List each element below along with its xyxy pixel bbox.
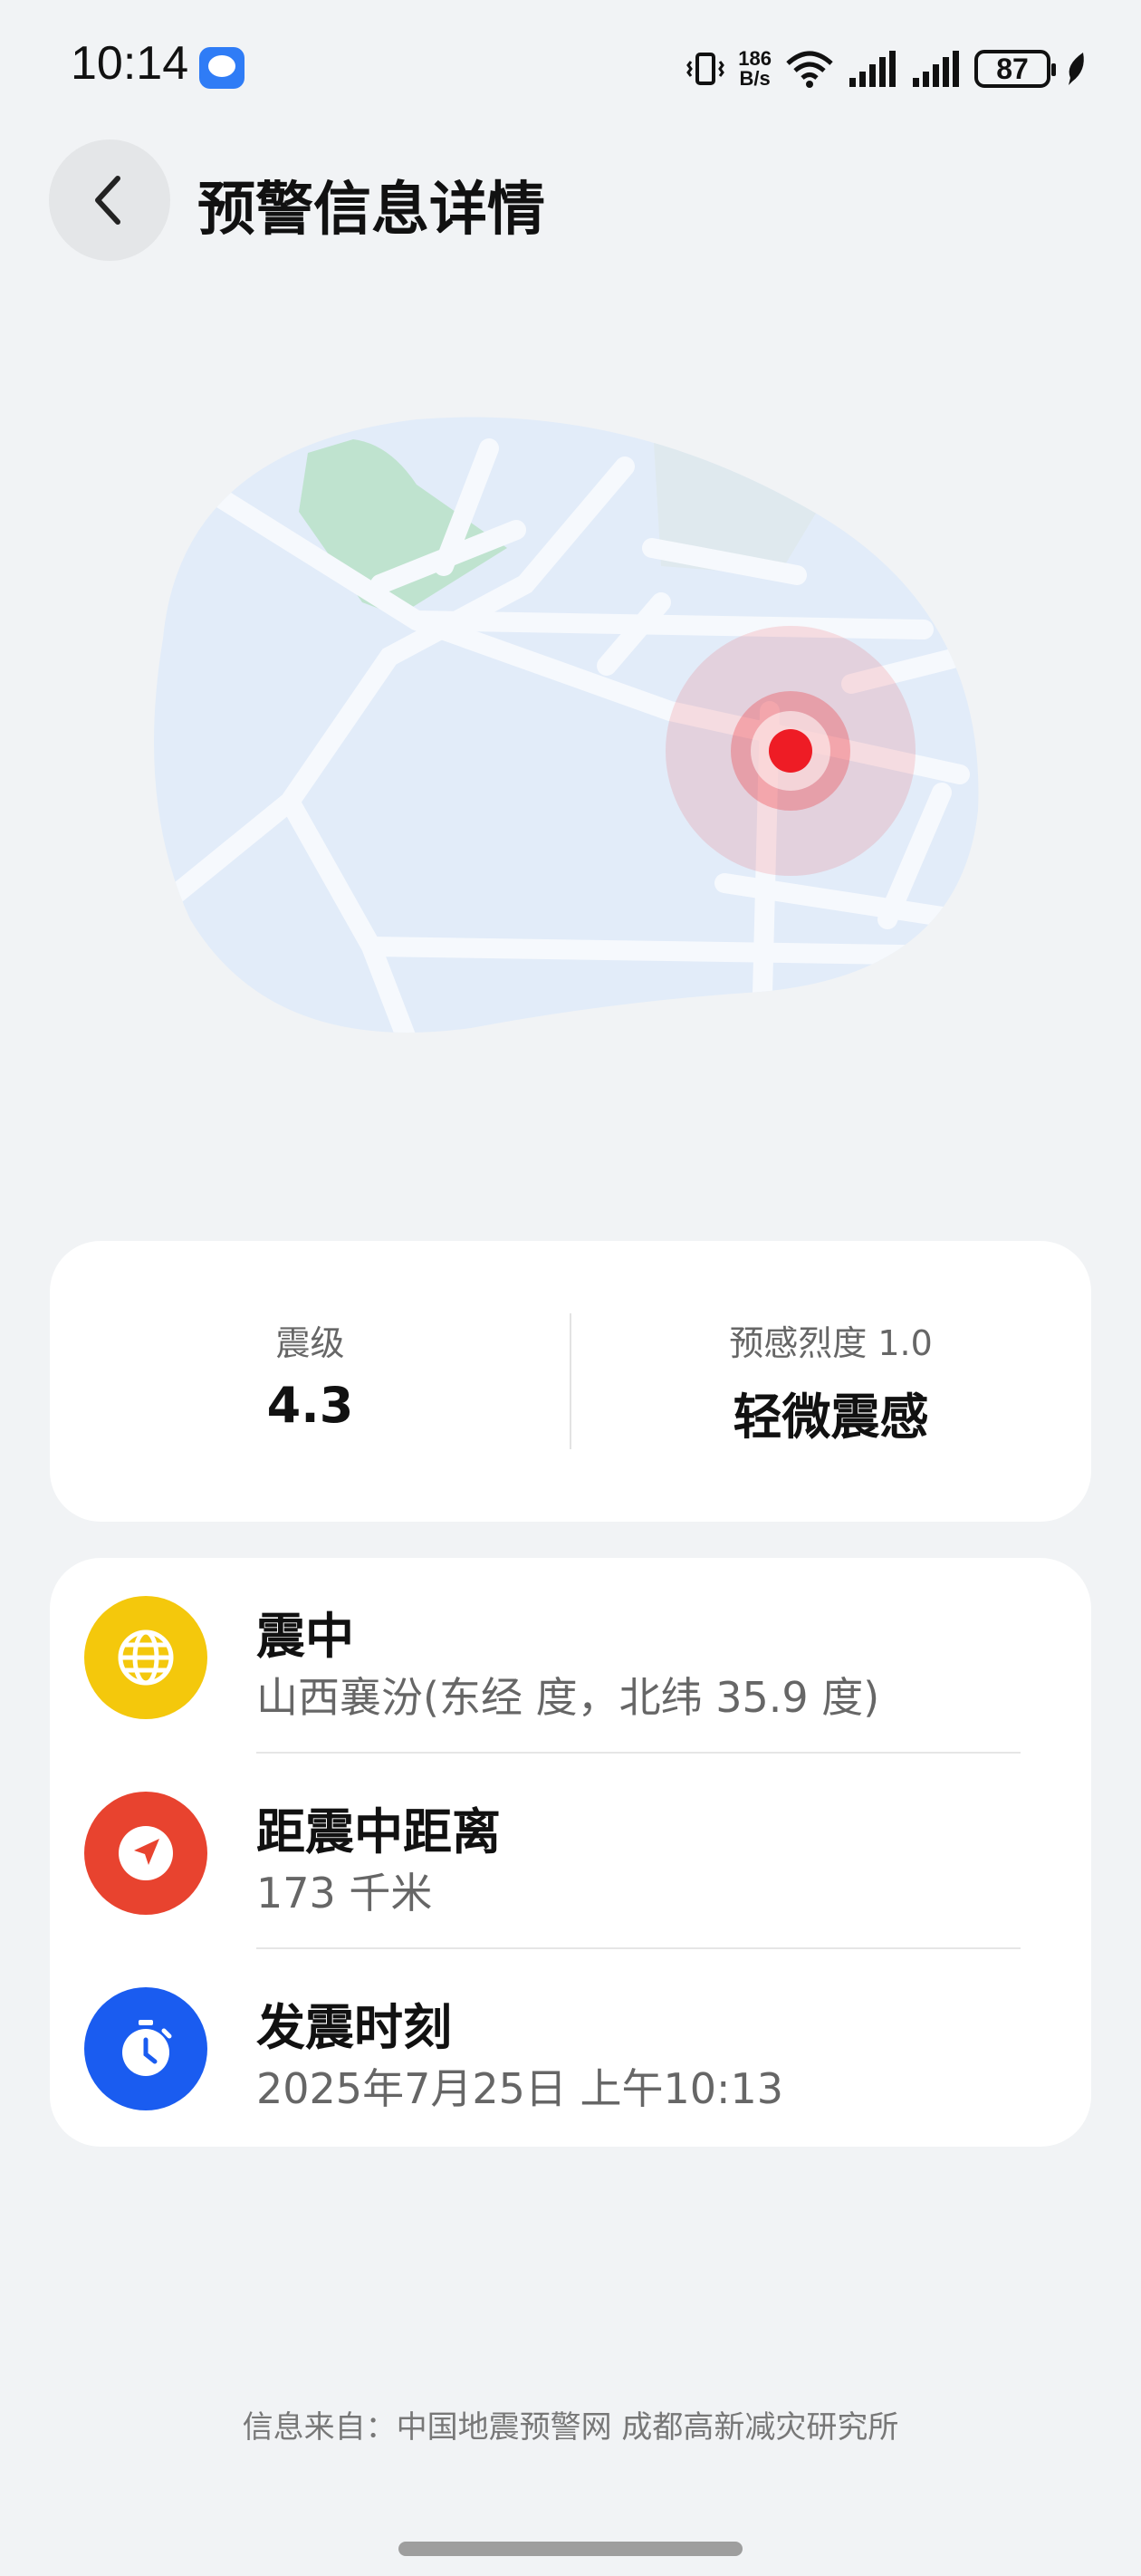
status-icons: 186 B/s 87: [686, 42, 1087, 96]
signal-icon-2: [913, 51, 959, 87]
epicenter-value: 山西襄汾(东经 度，北纬 35.9 度): [256, 1673, 880, 1722]
intensity-section: 预感烈度 1.0 轻微震感: [570, 1241, 1091, 1522]
network-speed: 186 B/s: [738, 49, 772, 89]
network-speed-value: 186: [738, 47, 772, 70]
home-indicator[interactable]: [398, 2542, 743, 2556]
distance-value: 173 千米: [256, 1869, 433, 1918]
epicenter-title: 震中: [256, 1608, 354, 1665]
globe-icon: [84, 1596, 207, 1719]
battery-indicator: 87: [974, 50, 1056, 88]
leaf-icon: [1069, 53, 1084, 85]
status-time: 10:14: [71, 37, 189, 90]
message-notification-icon: [199, 47, 244, 89]
magnitude-section: 震级 4.3: [50, 1241, 570, 1522]
navigation-arrow-icon: [84, 1792, 207, 1915]
intensity-value: 轻微震感: [733, 1389, 929, 1446]
magnitude-value: 4.3: [266, 1377, 354, 1434]
epicenter-map-illustration: [154, 417, 979, 1033]
stopwatch-icon: [84, 1987, 207, 2110]
magnitude-label: 震级: [275, 1323, 345, 1363]
network-speed-unit: B/s: [739, 67, 771, 90]
vibrate-icon: [686, 53, 725, 85]
distance-title: 距震中距离: [256, 1803, 501, 1860]
epicenter-row: 震中 山西襄汾(东经 度，北纬 35.9 度): [50, 1558, 1091, 1754]
distance-row: 距震中距离 173 千米: [50, 1754, 1091, 1949]
time-value: 2025年7月25日 上午10:13: [256, 2064, 784, 2113]
time-row: 发震时刻 2025年7月25日 上午10:13: [50, 1949, 1091, 2145]
page-title: 预警信息详情: [197, 177, 545, 244]
info-source: 信息来自：中国地震预警网 成都高新减灾研究所: [242, 2409, 899, 2446]
wifi-icon: [786, 51, 833, 88]
signal-icon: [849, 51, 896, 87]
magnitude-card: 震级 4.3 预感烈度 1.0 轻微震感: [50, 1241, 1091, 1522]
time-title: 发震时刻: [256, 1999, 452, 2056]
intensity-label: 预感烈度 1.0: [729, 1323, 933, 1363]
earthquake-info-card: 震中 山西襄汾(东经 度，北纬 35.9 度) 距震中距离 173 千米 发震时…: [50, 1558, 1091, 2147]
status-bar: 10:14 186 B/s 87: [0, 0, 1141, 136]
back-button[interactable]: [49, 139, 170, 261]
chevron-left-icon: [95, 176, 120, 225]
